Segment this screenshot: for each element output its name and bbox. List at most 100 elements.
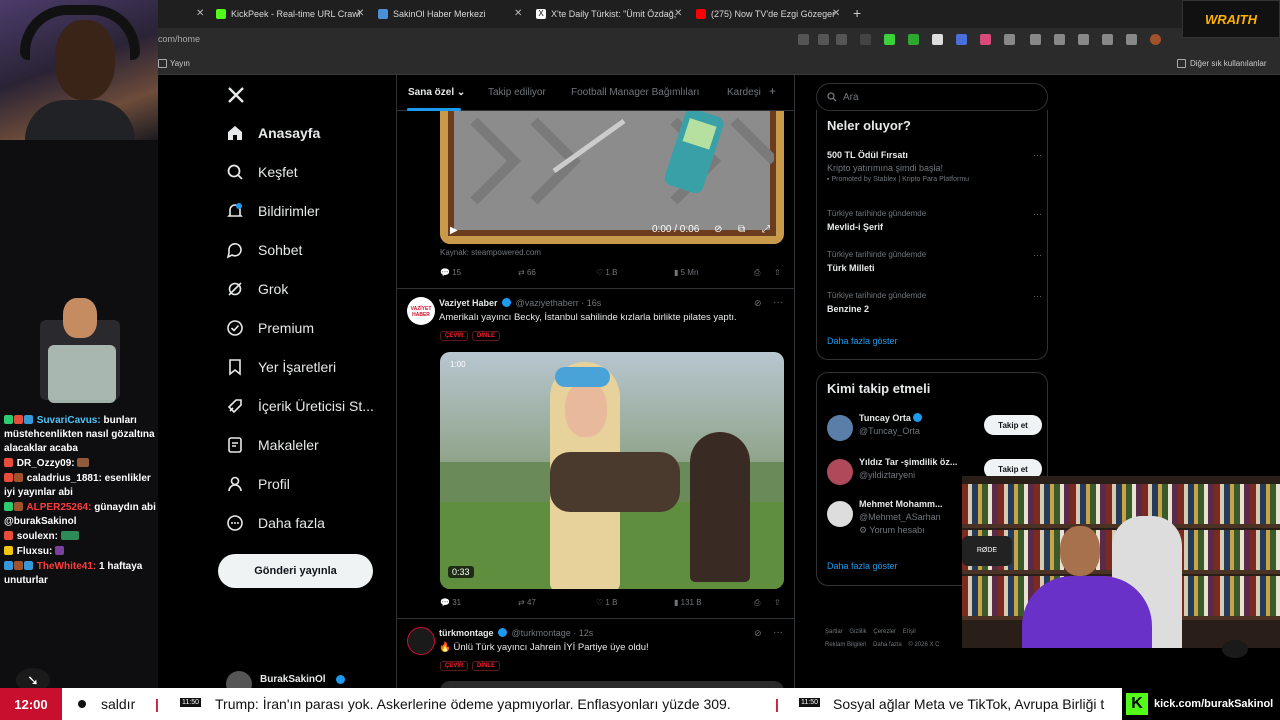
author-name[interactable]: türkmontage xyxy=(439,628,494,638)
extension-icon[interactable] xyxy=(1102,34,1113,45)
extension-icon[interactable] xyxy=(818,34,829,45)
follow-button[interactable]: Takip et xyxy=(984,415,1042,435)
author-name[interactable]: Vaziyet Haber xyxy=(439,298,498,308)
tab-for-you[interactable]: Sana özel ⌄ xyxy=(408,87,465,98)
extension-icon[interactable] xyxy=(1078,34,1089,45)
nav-home[interactable]: Anasayfa xyxy=(226,118,320,148)
tab-list[interactable]: Football Manager Bağımlıları xyxy=(571,87,699,98)
chat-username[interactable]: DR_Ozzy09: xyxy=(17,458,75,469)
close-tab-icon[interactable]: ✕ xyxy=(674,8,682,19)
show-more-link[interactable]: Daha fazla göster xyxy=(827,336,898,346)
star-icon[interactable] xyxy=(836,34,847,45)
play-icon[interactable]: ▶ xyxy=(450,225,458,236)
trend-item[interactable]: Türkiye tarihinde gündemde Mevlid-i Şeri… xyxy=(827,209,1042,232)
trend-item[interactable]: Türkiye tarihinde gündemde Benzine 2 ··· xyxy=(827,291,1042,314)
floating-button[interactable] xyxy=(1222,640,1248,658)
chat-username[interactable]: SuvariCavus: xyxy=(37,415,101,426)
show-more-link[interactable]: Daha fazla göster xyxy=(827,561,898,571)
repost-button[interactable]: ⇄ 47 xyxy=(518,598,536,607)
footer-link[interactable]: Şartlar xyxy=(825,629,843,635)
nav-grok[interactable]: Grok xyxy=(226,274,288,304)
more-icon[interactable]: ··· xyxy=(773,627,783,638)
tab-following[interactable]: Takip ediliyor xyxy=(488,87,546,98)
close-tab-icon[interactable]: ✕ xyxy=(356,8,364,19)
search-input[interactable]: Ara xyxy=(816,83,1048,111)
views-count[interactable]: ▮ 5 Mn xyxy=(674,268,698,277)
pip-icon[interactable]: ⧉ xyxy=(738,224,745,235)
extension-icon[interactable] xyxy=(1030,34,1041,45)
more-icon[interactable]: ··· xyxy=(1033,209,1042,219)
footer-link[interactable]: Erişil xyxy=(903,629,916,635)
translate-pill[interactable]: ÇEVİR xyxy=(440,661,469,671)
fullscreen-icon[interactable]: ⤢ xyxy=(762,224,770,235)
trend-item[interactable]: Türkiye tarihinde gündemde Türk Milleti … xyxy=(827,250,1042,273)
x-logo-icon[interactable] xyxy=(226,85,246,105)
more-icon[interactable]: ··· xyxy=(1033,250,1042,260)
nav-more[interactable]: Daha fazla xyxy=(226,508,325,538)
share-icon[interactable]: ⇧ xyxy=(774,598,781,607)
share-icon[interactable]: ⇧ xyxy=(774,268,781,277)
avatar[interactable]: VAZİYET HABER xyxy=(407,297,435,325)
footer-link[interactable]: Daha fazla xyxy=(873,642,902,648)
close-tab-icon[interactable]: ✕ xyxy=(196,8,204,19)
nav-explore[interactable]: Keşfet xyxy=(226,157,298,187)
mute-icon[interactable]: ⊘ xyxy=(714,224,722,235)
trend-item[interactable]: 500 TL Ödül Fırsatı Kripto yatırımına şi… xyxy=(827,150,1042,183)
add-tab-icon[interactable]: + xyxy=(769,84,776,98)
author-handle[interactable]: @turkmontage · 12s xyxy=(512,628,594,638)
listen-pill[interactable]: DİNLE xyxy=(472,331,500,341)
nav-creator-studio[interactable]: İçerik Üreticisi St... xyxy=(226,391,374,421)
nav-notifications[interactable]: Bildirimler xyxy=(226,196,319,226)
extension-icon[interactable] xyxy=(1004,34,1015,45)
like-button[interactable]: ♡ 1 B xyxy=(596,598,617,607)
chat-username[interactable]: ALPER25264: xyxy=(26,502,91,513)
other-bookmarks[interactable]: Diğer sık kullanılanlar xyxy=(1190,59,1266,68)
extension-icon[interactable] xyxy=(884,34,895,45)
url-field[interactable]: com/home xyxy=(158,34,200,44)
nav-articles[interactable]: Makaleler xyxy=(226,430,319,460)
views-count[interactable]: ▮ 131 B xyxy=(674,598,702,607)
profile-avatar[interactable] xyxy=(1150,34,1161,45)
nav-premium[interactable]: Premium xyxy=(226,313,314,343)
post-button[interactable]: Gönderi yayınla xyxy=(218,554,373,588)
extension-icon[interactable] xyxy=(798,34,809,45)
extension-icon[interactable] xyxy=(980,34,991,45)
more-icon[interactable]: ··· xyxy=(773,297,783,308)
nav-profile[interactable]: Profil xyxy=(226,469,290,499)
more-icon[interactable]: ··· xyxy=(1033,150,1042,160)
repost-button[interactable]: ⇄ 66 xyxy=(518,268,536,277)
extension-icon[interactable] xyxy=(1054,34,1065,45)
browser-tab[interactable]: X X'te Daily Türkist: "Ümit Özdağ, Ch xyxy=(530,4,678,24)
browser-tab[interactable]: SakinOl Haber Merkezi xyxy=(372,4,522,24)
grok-icon[interactable]: ⊘ xyxy=(754,628,762,639)
translate-pill[interactable]: ÇEVİR xyxy=(440,331,469,341)
extension-icon[interactable] xyxy=(860,34,871,45)
bookmark-icon[interactable]: ⎙ xyxy=(754,598,760,608)
chat-username[interactable]: caladrius_1881: xyxy=(27,473,102,484)
bookmark-icon[interactable]: ⎙ xyxy=(754,268,760,278)
browser-tab[interactable]: (275) Now TV'de Ezgi Gözeger ile xyxy=(690,4,836,24)
chat-username[interactable]: TheWhite41: xyxy=(37,561,96,572)
reply-button[interactable]: 💬 31 xyxy=(440,598,461,607)
footer-link[interactable]: Çerezler xyxy=(873,629,896,635)
bookmark-item[interactable]: Yayın xyxy=(170,59,190,68)
video-player[interactable]: ▶ 0:00 / 0:06 ⊘ ⧉ ⤢ xyxy=(440,111,784,244)
listen-pill[interactable]: DİNLE xyxy=(472,661,500,671)
follow-suggestion[interactable]: Tuncay Orta @Tuncay_Orta Takip et xyxy=(827,413,1042,445)
grok-icon[interactable]: ⊘ xyxy=(754,298,762,309)
extension-icon[interactable] xyxy=(1126,34,1137,45)
author-handle[interactable]: @vaziyethaberr · 16s xyxy=(516,298,602,308)
tab-list[interactable]: Kardeşi xyxy=(727,87,761,98)
footer-link[interactable]: Reklam Bilgileri xyxy=(825,642,866,648)
nav-messages[interactable]: Sohbet xyxy=(226,235,302,265)
close-tab-icon[interactable]: ✕ xyxy=(832,8,840,19)
extension-icon[interactable] xyxy=(956,34,967,45)
account-switcher[interactable]: BurakSakinOl xyxy=(226,670,386,697)
like-button[interactable]: ♡ 1 B xyxy=(596,268,617,277)
avatar[interactable] xyxy=(407,627,435,655)
extension-icon[interactable] xyxy=(908,34,919,45)
reply-button[interactable]: 💬 15 xyxy=(440,268,461,277)
close-tab-icon[interactable]: ✕ xyxy=(514,8,522,19)
chat-username[interactable]: Fluxsu: xyxy=(17,546,53,557)
chat-username[interactable]: soulexn: xyxy=(17,531,58,542)
